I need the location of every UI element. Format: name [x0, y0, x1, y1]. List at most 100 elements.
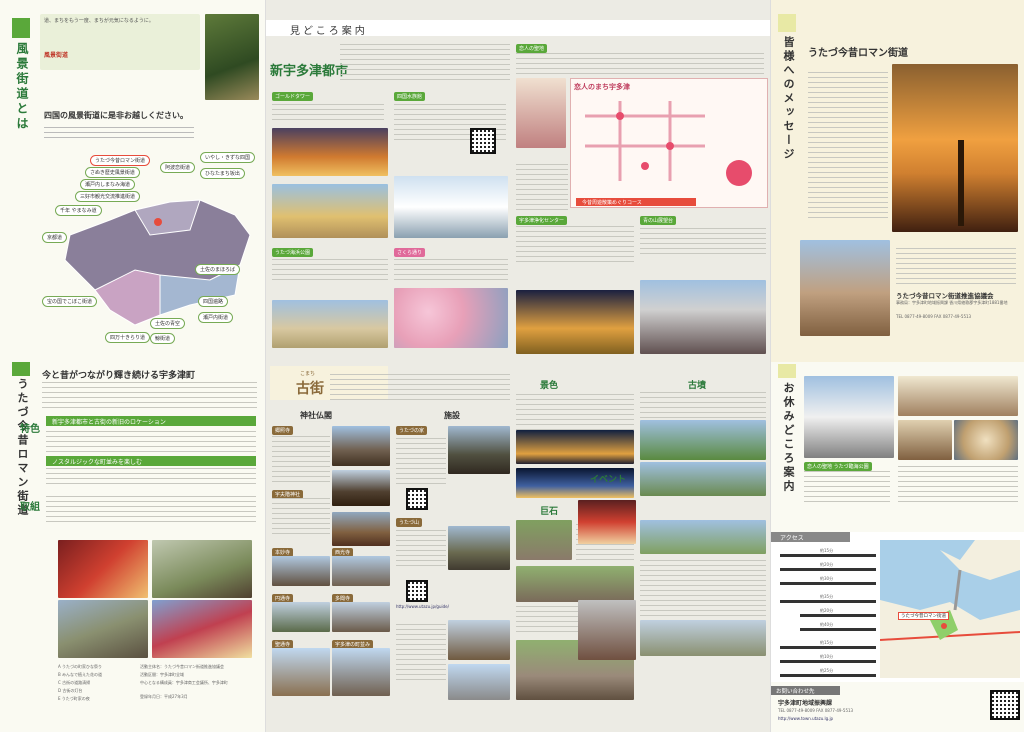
access-time-8: 約25分: [820, 668, 834, 673]
access-time-1: 約20分: [820, 562, 834, 567]
effort-item-1: B みんなで植えた花の道: [58, 672, 103, 677]
access-time-4: 約20分: [820, 608, 834, 613]
goshoji-text: [272, 434, 330, 482]
map-label-6: 京都道: [42, 232, 68, 243]
access-map-label: うたづ今昔ロマン街道: [898, 612, 949, 620]
effort-photo-d: [152, 600, 252, 658]
org-text: [896, 244, 1016, 284]
spot-text-gold-tower: [272, 100, 384, 120]
feature-label: 特色: [20, 424, 40, 435]
contact-title: お問い合わせ先: [776, 689, 815, 695]
tamonji-photo: [332, 602, 390, 632]
old-town-title: 古街: [296, 381, 324, 397]
url-old-town[interactable]: http://www.utazu.jp/guide/: [396, 604, 449, 610]
map-label-5: 阿波恋街道: [160, 162, 196, 173]
map-label-10: 鯨街道: [150, 333, 176, 344]
shrine-photo: [332, 512, 390, 546]
event-photo-2: [640, 520, 766, 554]
love-address: [516, 160, 568, 210]
facilities-heading: 施設: [444, 411, 460, 420]
access-time-2: 約30分: [820, 576, 834, 581]
facility-text-2: [396, 620, 446, 680]
effort-photo-c: [58, 600, 148, 658]
rest-food-photo: [954, 420, 1018, 460]
spot-text-seaside: [272, 256, 388, 280]
access-line-7: [780, 646, 876, 649]
info-row-3: 登録年月日：平成27年3月: [140, 694, 188, 699]
access-line-9: [780, 674, 876, 677]
effort-item-0: A うたづの町家ひな祭り: [58, 664, 103, 669]
stage-photo: [516, 290, 634, 354]
observatory-text: [640, 224, 766, 254]
scenic-intro-text: 道、まちをもう一度、まちが元気になるように。: [44, 18, 154, 24]
roman-accent-bar: [12, 362, 30, 376]
rest-interior-photo: [898, 376, 1018, 416]
info-row-1: 活動区間：宇多津町全域: [140, 672, 184, 677]
message-text: [808, 68, 888, 218]
event-heading: イベント: [590, 475, 627, 485]
entsuji-photo: [272, 602, 330, 632]
scenic-accent-bar: [12, 18, 30, 38]
warehouse-photo: [448, 620, 510, 660]
map-label-7: 宝の国でこぼこ街道: [42, 296, 98, 307]
old-town-text: [330, 370, 510, 400]
scenic-vertical-title: 風景街道とは: [15, 42, 29, 132]
kofun-text: [640, 392, 766, 418]
effort-item-3: D 古街の灯台: [58, 688, 83, 693]
rest-accent-bar: [778, 364, 796, 378]
roman-vertical-title: うたづ今昔ロマン街道: [16, 378, 29, 518]
roman-body-text: [42, 382, 257, 408]
effort-item-4: E うたづ町家の夜: [58, 696, 90, 701]
new-city-intro: [340, 40, 510, 80]
kofun-photo-1: [640, 420, 766, 460]
info-row-0: 活動主体名：うたづ今昔ロマン街道推進協議会: [140, 664, 224, 669]
utazu-house-text: [396, 434, 446, 484]
map-label-4: 千年 やまなみ道: [55, 205, 102, 216]
mascot-icon: [726, 160, 752, 186]
access-time-3: 約35分: [820, 594, 834, 599]
love-sign-photo: [516, 78, 566, 148]
scenery-heading: 景色: [540, 381, 559, 391]
qr-contact[interactable]: [990, 690, 1020, 720]
qr-aquarium[interactable]: [470, 128, 496, 154]
utazu-yama-text: [396, 526, 446, 566]
night-view-photo: [516, 430, 634, 464]
section-title: 見どころ案内: [290, 26, 368, 37]
qr-utazu-house[interactable]: [406, 488, 428, 510]
map-label-9: 四万十きらり道: [105, 332, 151, 343]
org-address: 事務局：宇多津町地域振興課 香川県綾歌郡宇多津町1881番地: [896, 300, 1008, 305]
access-time-0: 約15分: [820, 548, 834, 553]
map-label-8: 土佐の青空: [150, 318, 186, 329]
scenery-text: [516, 392, 634, 430]
utazu-yama-photo: [448, 526, 510, 570]
contact-url[interactable]: http://www.town.utazu.lg.jp: [778, 716, 833, 722]
church-photo: [448, 664, 510, 700]
aquarium-photo: [394, 176, 508, 238]
event-photo-hina: [578, 500, 636, 544]
access-line-4: [780, 600, 876, 603]
rest-building-photo: [804, 376, 894, 458]
shotsuji-photo: [272, 648, 330, 696]
access-time-5: 約40分: [820, 622, 834, 627]
map-label-3: 三好市観光交流推進街道: [75, 191, 141, 202]
rest-text-1: [898, 464, 1018, 502]
access-title: アクセス: [780, 535, 804, 542]
market-photo: [640, 280, 766, 354]
townscape-photo: [332, 648, 390, 696]
access-time-6: 約15分: [820, 640, 834, 645]
access-map: [880, 540, 1020, 678]
old-town-ruby: こまち: [300, 371, 316, 377]
access-line-6: [800, 628, 876, 631]
access-time-7: 約10分: [820, 654, 834, 659]
access-line-8: [780, 660, 876, 663]
rest-cafe-photo: [898, 420, 952, 460]
love-map-roads: [580, 96, 710, 186]
qr-old-town[interactable]: [406, 580, 428, 602]
honmyoji-photo: [272, 556, 330, 586]
cherry-blossom-photo: [394, 288, 508, 348]
effort-label: 取組: [20, 502, 40, 513]
ufukai-text: [272, 498, 330, 534]
effort-text: [46, 492, 256, 522]
contact-tel: TEL 0877-49-8009 FAX 0877-49-5513: [778, 708, 854, 713]
fold-line-right: [770, 0, 771, 732]
